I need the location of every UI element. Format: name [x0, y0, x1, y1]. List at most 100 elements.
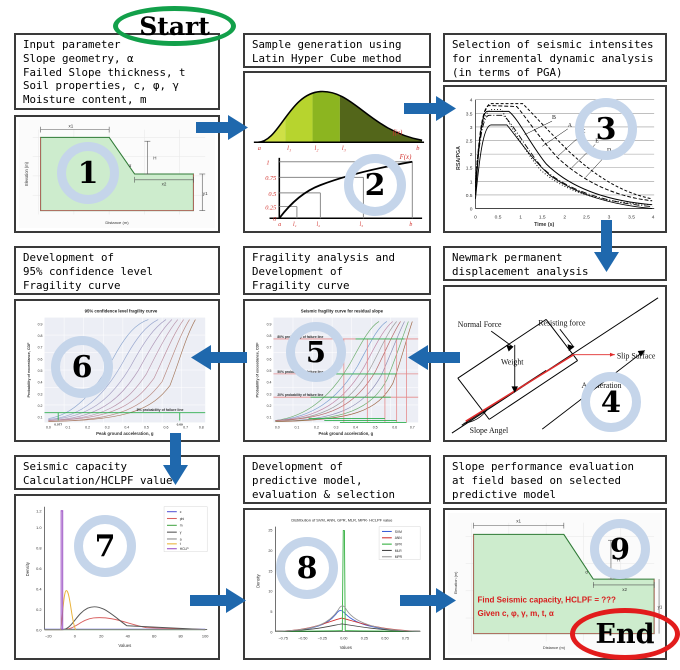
svg-text:Peak ground acceleration, g: Peak ground acceleration, g	[318, 431, 373, 436]
step-4: Newmark permanent displacement analysis	[443, 246, 667, 442]
svg-text:1.2: 1.2	[36, 509, 41, 514]
svg-text:0.6: 0.6	[164, 425, 169, 429]
svg-text:f(x): f(x)	[393, 129, 403, 136]
svg-text:D: D	[607, 148, 611, 154]
arrow-5-to-6	[191, 345, 247, 370]
svg-text:0.75: 0.75	[265, 175, 276, 182]
svg-text:ANN: ANN	[395, 536, 403, 540]
svg-text:E: E	[595, 138, 599, 144]
svg-text:l₁: l₁	[293, 222, 297, 228]
svg-text:0.25: 0.25	[361, 636, 368, 640]
svg-text:a: a	[180, 537, 182, 541]
svg-text:0.3: 0.3	[38, 392, 43, 396]
end-label: End	[595, 618, 655, 650]
svg-text:Weight: Weight	[501, 357, 524, 366]
step-3: Selection of seismic intensites for inre…	[443, 33, 667, 233]
svg-text:4: 4	[652, 214, 655, 220]
svg-text:MPR: MPR	[395, 555, 403, 559]
svg-text:Normal Force: Normal Force	[458, 320, 502, 329]
svg-text:0: 0	[270, 631, 272, 635]
svg-text:H: H	[617, 558, 620, 563]
svg-text:0.4: 0.4	[38, 381, 43, 385]
fragility-residual-chart: 0.9 0.8 0.7 0.6 0.5 0.4 0.3 0.2 0.1 0.0 …	[248, 304, 426, 437]
step-1: Input parameter Slope geometry, α Failed…	[14, 33, 220, 233]
svg-text:0.1: 0.1	[267, 416, 272, 420]
step-8-figure: 0 5 10 15 20 25 −0.75 −0.50 −0.25 0.00 0…	[243, 508, 431, 660]
svg-text:l₁: l₁	[287, 145, 291, 152]
svg-text:Peak ground acceleration, g: Peak ground acceleration, g	[96, 431, 154, 436]
arrow-3-to-4	[594, 220, 619, 272]
svg-text:a: a	[258, 145, 261, 152]
start-label: Start	[139, 11, 210, 41]
svg-text:1.5: 1.5	[539, 214, 546, 220]
svg-text:0.0: 0.0	[275, 425, 280, 429]
svg-text:0.9: 0.9	[267, 322, 272, 326]
svg-text:4: 4	[470, 98, 473, 104]
step-2-caption: Sample generation using Latin Hyper Cube…	[243, 33, 431, 68]
svg-text:Distance (m): Distance (m)	[105, 220, 129, 225]
svg-text:l₃: l₃	[359, 222, 363, 228]
svg-text:x2: x2	[622, 587, 627, 592]
step-4-caption: Newmark permanent displacement analysis	[443, 246, 667, 281]
svg-text:RSA/PGA: RSA/PGA	[456, 146, 462, 170]
svg-text:Given c, φ, γ, m, t, α: Given c, φ, γ, m, t, α	[477, 609, 553, 618]
step-4-figure: Normal Force Resisting force Slip Surfac…	[443, 285, 667, 442]
svg-text:0.6: 0.6	[36, 566, 41, 571]
svg-text:1: 1	[519, 214, 522, 220]
svg-text:1.0: 1.0	[36, 525, 42, 530]
step-2-figure: a l₁ l₂ l₃ b f(x) 1 0.75 0.5 0.25 0 a l₁…	[243, 71, 431, 233]
svg-text:20% probability of failure lin: 20% probability of failure line	[277, 393, 323, 397]
svg-text:HCLP: HCLP	[180, 547, 190, 551]
svg-text:Distance (m): Distance (m)	[543, 645, 566, 650]
svg-text:0.5: 0.5	[373, 425, 378, 429]
svg-text:x2: x2	[162, 182, 167, 187]
arrow-2-to-3	[404, 96, 456, 121]
svg-text:x1: x1	[516, 519, 521, 524]
svg-text:0.6: 0.6	[267, 357, 272, 361]
svg-text:0.6: 0.6	[392, 425, 397, 429]
svg-text:y1: y1	[658, 604, 662, 609]
svg-text:80% probability of failure lin: 80% probability of failure line	[277, 335, 323, 339]
svg-text:b: b	[409, 222, 412, 228]
svg-text:a: a	[278, 222, 281, 228]
svg-text:2.5: 2.5	[466, 138, 473, 144]
svg-text:15: 15	[268, 569, 272, 573]
flowchart-canvas: Start Input parameter Slope geometry, α …	[0, 0, 680, 670]
svg-text:GPR: GPR	[395, 542, 403, 546]
svg-text:0.4: 0.4	[36, 587, 42, 592]
svg-text:0.7: 0.7	[183, 425, 188, 429]
svg-text:Density: Density	[256, 573, 261, 588]
arrow-1-to-2	[196, 115, 248, 140]
step-7: Seismic capacity Calculation/HCLPF value	[14, 455, 220, 660]
svg-text:l₂: l₂	[316, 222, 320, 228]
svg-text:0.3: 0.3	[334, 425, 339, 429]
svg-text:0.2: 0.2	[85, 425, 90, 429]
arrow-8-to-9	[400, 588, 456, 613]
svg-text:5: 5	[270, 610, 272, 614]
step-3-caption: Selection of seismic intensites for inre…	[443, 33, 667, 82]
svg-text:m: m	[180, 524, 183, 528]
svg-text:phi: phi	[180, 517, 185, 521]
response-spectra-chart: 4 3.5 3 2.5 2 1.5 1 0.5 0 0 0.5 1 1.5 2 …	[448, 90, 662, 228]
svg-text:0.5: 0.5	[267, 369, 272, 373]
svg-text:Seismic fragility curve for re: Seismic fragility curve for residual slo…	[301, 309, 384, 314]
svg-text:0.7: 0.7	[267, 346, 272, 350]
svg-text:50% probability of failure lin: 50% probability of failure line	[277, 370, 323, 374]
svg-text:0: 0	[470, 207, 473, 213]
svg-text:0.9: 0.9	[38, 322, 43, 326]
arrow-4-to-5	[408, 345, 460, 370]
svg-text:0.50: 0.50	[381, 636, 388, 640]
svg-text:25: 25	[268, 528, 272, 532]
svg-text:0.2: 0.2	[38, 404, 43, 408]
svg-text:0.1: 0.1	[294, 425, 299, 429]
svg-text:Resisting force: Resisting force	[538, 318, 586, 327]
end-terminator: End	[570, 608, 680, 660]
svg-text:b: b	[416, 145, 419, 152]
svg-text:100: 100	[202, 633, 209, 638]
svg-text:Distribution of SVM, ANN, GPR,: Distribution of SVM, ANN, GPR, MLR, MPR-…	[291, 518, 392, 523]
svg-text:2: 2	[563, 214, 566, 220]
svg-text:20: 20	[268, 549, 272, 553]
svg-text:0.2: 0.2	[267, 404, 272, 408]
svg-text:0.7: 0.7	[410, 425, 415, 429]
svg-text:−20: −20	[45, 633, 52, 638]
